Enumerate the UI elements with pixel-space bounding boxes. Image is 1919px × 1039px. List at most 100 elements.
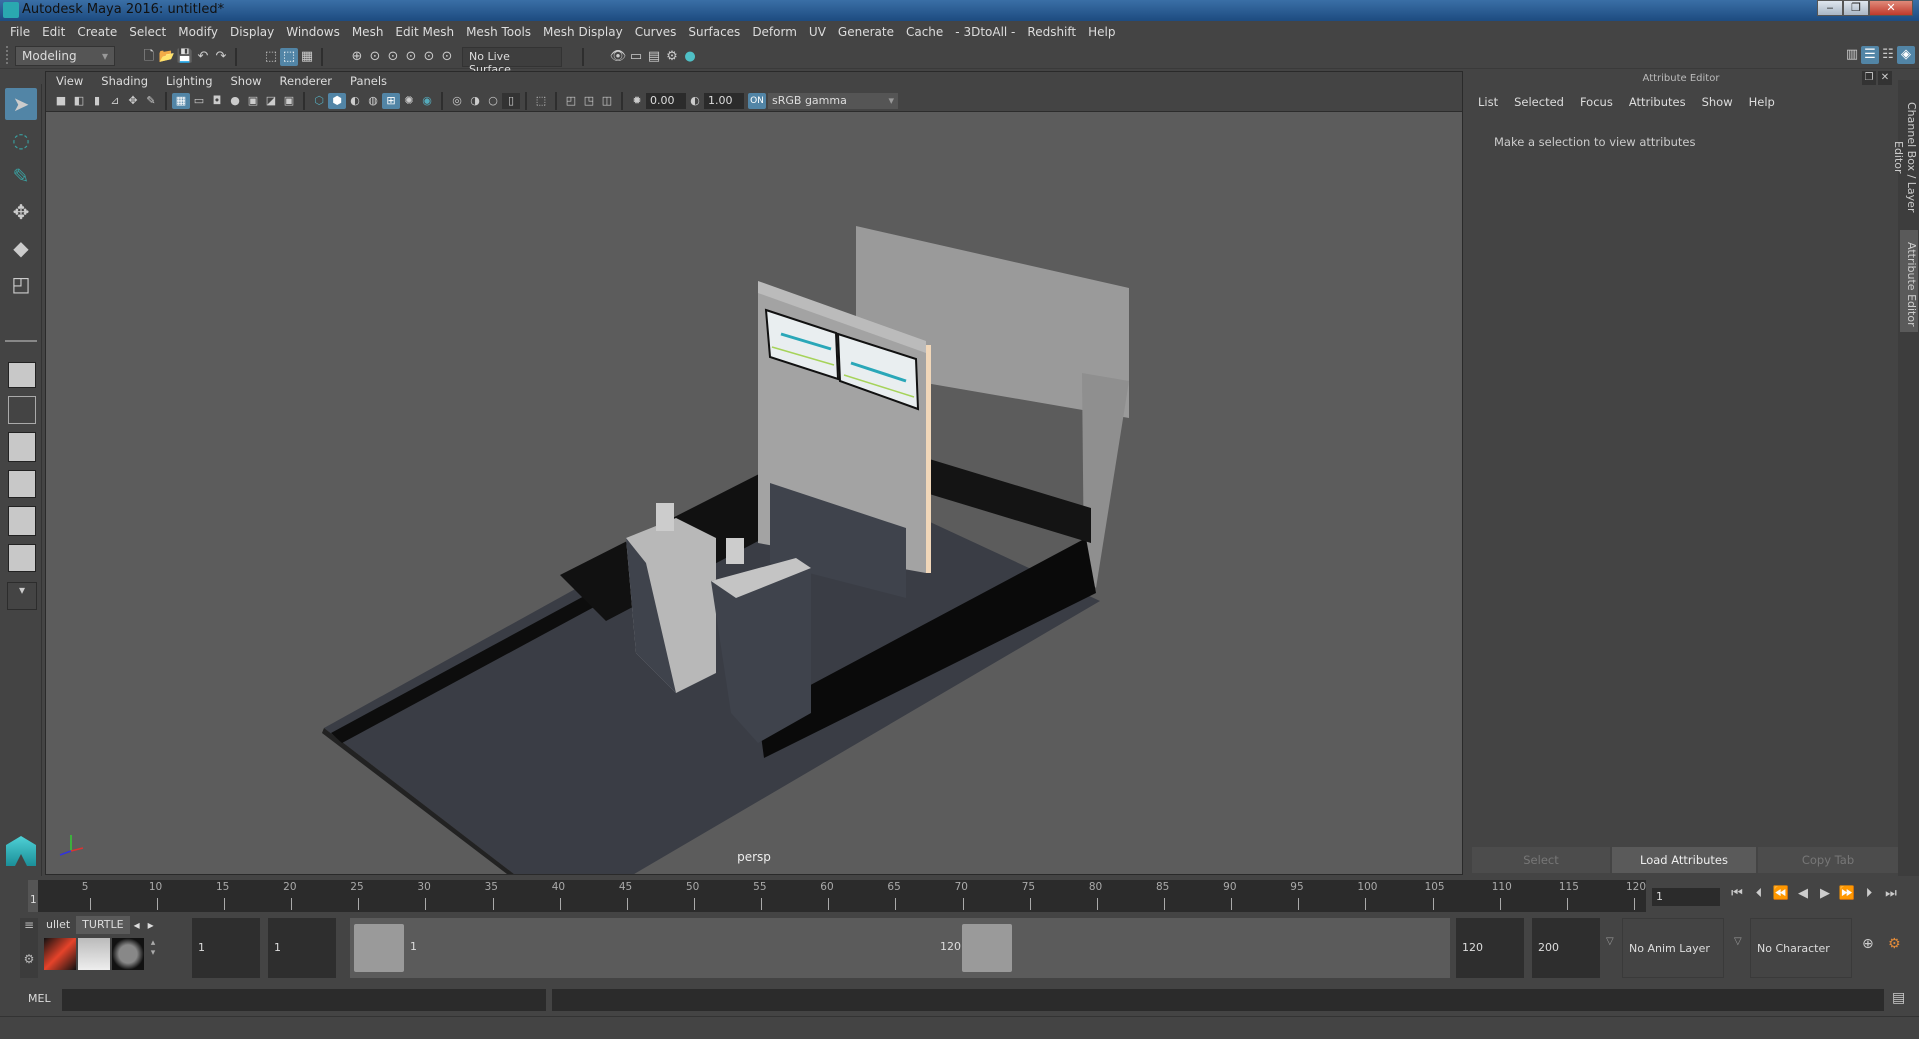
select-by-hierarchy-icon[interactable]: ⬚ (262, 48, 280, 66)
range-bar[interactable]: 1 120 (350, 918, 1450, 978)
image-plane-icon[interactable]: ⊿ (106, 93, 124, 109)
undo-icon[interactable]: ↶ (194, 48, 212, 66)
smooth-shade-icon[interactable]: ⬢ (328, 92, 346, 109)
bookmark-icon[interactable]: ▮ (88, 93, 106, 109)
step-back-key-icon[interactable]: ⏪ (1770, 886, 1792, 901)
ae-menu-show[interactable]: Show (1702, 95, 1733, 109)
ae-menu-help[interactable]: Help (1749, 95, 1775, 109)
tab-channel-box[interactable]: Channel Box / Layer Editor (1892, 80, 1918, 228)
textured-icon[interactable]: ◍ (364, 93, 382, 109)
anim-layer-dropdown[interactable]: No Anim Layer (1622, 918, 1724, 978)
menu-mesh-tools[interactable]: Mesh Tools (462, 25, 539, 39)
select-tool-icon[interactable]: ➤ (5, 88, 37, 120)
gamma-field[interactable]: 1.00 (704, 92, 744, 109)
select-by-component-icon[interactable]: ▦ (298, 48, 316, 66)
scale-tool-icon[interactable]: ◰ (5, 268, 37, 300)
multisample-aa-icon[interactable]: ◑ (466, 93, 484, 109)
grid-icon[interactable]: ▦ (172, 92, 190, 109)
time-ruler[interactable]: 1 5 10 15 20 25 30 35 40 45 50 55 60 65 70 75 80 85 90 95 10… (28, 880, 1646, 912)
shelf-item-primitives-icon[interactable] (78, 938, 110, 970)
shelf-item-sphere-icon[interactable] (112, 938, 144, 970)
playback-start-field[interactable]: 1 (268, 918, 336, 978)
four-view-layout-icon[interactable] (8, 396, 36, 424)
shelf-tab-turtle[interactable]: TURTLE (76, 916, 130, 934)
new-scene-icon[interactable]: 🗋 (140, 48, 158, 66)
persp-graph-outliner-layout-icon[interactable] (8, 544, 36, 572)
menu-3dtoall[interactable]: - 3DtoAll - (951, 25, 1023, 39)
panel-menu-renderer[interactable]: Renderer (270, 74, 341, 88)
menu-edit[interactable]: Edit (38, 25, 73, 39)
copy-tab-button[interactable]: Copy Tab (1758, 847, 1898, 873)
animation-end-field[interactable]: 200 (1532, 918, 1600, 978)
panel-menu-view[interactable]: View (46, 74, 91, 88)
tab-attribute-editor[interactable]: Attribute Editor (1900, 230, 1918, 332)
motion-blur-icon[interactable]: ◎ (448, 93, 466, 109)
view-transform-dropdown[interactable]: sRGB gamma ▾ (768, 92, 898, 109)
gamma-icon[interactable]: ◐ (686, 93, 704, 109)
color-management-toggle-icon[interactable]: ON (748, 92, 766, 109)
menu-surfaces[interactable]: Surfaces (684, 25, 748, 39)
move-tool-icon[interactable]: ✥ (5, 196, 37, 228)
use-all-lights-icon[interactable]: ⊞ (382, 92, 400, 109)
panel-menu-show[interactable]: Show (221, 74, 270, 88)
menu-deform[interactable]: Deform (748, 25, 805, 39)
snap-view-plane-icon[interactable]: ⊙ (402, 48, 420, 66)
2d-pan-zoom-icon[interactable]: ✥ (124, 93, 142, 109)
open-scene-icon[interactable]: 📂 (158, 48, 176, 66)
script-editor-icon[interactable]: ▤ (1892, 990, 1905, 1006)
menu-display[interactable]: Display (226, 25, 282, 39)
shelf-tab-bullet[interactable]: ullet (40, 916, 76, 934)
load-attributes-button[interactable]: Load Attributes (1612, 847, 1756, 873)
go-to-start-icon[interactable]: ⏮ (1726, 886, 1748, 901)
persp-outliner-layout-icon[interactable] (8, 432, 36, 462)
tool-settings-icon[interactable]: ☷ (1879, 46, 1897, 64)
hypershade-persp-layout-icon[interactable] (8, 506, 36, 536)
menu-set-dropdown[interactable]: Modeling ▾ (15, 46, 115, 66)
film-gate-icon[interactable]: ▭ (190, 93, 208, 109)
render-settings-icon[interactable]: ⚙ (663, 48, 681, 66)
shelf-menu-icon[interactable]: ≡ (20, 918, 38, 932)
menu-modify[interactable]: Modify (174, 25, 226, 39)
shelf-item-fire-icon[interactable] (44, 938, 76, 970)
panel-menu-shading[interactable]: Shading (91, 74, 156, 88)
menu-file[interactable]: File (6, 25, 38, 39)
menu-redshift[interactable]: Redshift (1023, 25, 1084, 39)
command-input[interactable] (62, 989, 546, 1011)
lasso-tool-icon[interactable]: ◌ (5, 124, 37, 156)
menu-generate[interactable]: Generate (834, 25, 902, 39)
isolate-select-icon[interactable]: ⬚ (532, 93, 550, 109)
xray-active-icon[interactable]: ◳ (580, 93, 598, 109)
shelf-scroll-icon[interactable]: ▴ ▾ (146, 938, 160, 970)
menu-help[interactable]: Help (1084, 25, 1123, 39)
menu-select[interactable]: Select (125, 25, 174, 39)
safe-title-icon[interactable]: ▣ (280, 93, 298, 109)
menu-edit-mesh[interactable]: Edit Mesh (391, 25, 462, 39)
shelf-scroll-right-icon[interactable]: ▸ (144, 916, 158, 934)
depth-of-field-icon[interactable]: ○ (484, 93, 502, 109)
field-chart-icon[interactable]: ▣ (244, 93, 262, 109)
menu-curves[interactable]: Curves (631, 25, 685, 39)
drag-handle[interactable] (6, 46, 10, 64)
menu-create[interactable]: Create (73, 25, 125, 39)
resolution-gate-icon[interactable]: ◘ (208, 93, 226, 109)
modeling-toolkit-icon[interactable]: ▥ (1843, 46, 1861, 64)
single-perspective-layout-icon[interactable] (8, 362, 36, 388)
snap-live-icon[interactable]: ⊙ (420, 48, 438, 66)
grease-pencil-icon[interactable]: ✎ (142, 93, 160, 109)
menu-mesh[interactable]: Mesh (348, 25, 392, 39)
custom-layout-dropdown[interactable]: ▾ (7, 582, 37, 610)
render-view-icon[interactable]: 👁 (609, 48, 627, 66)
close-button[interactable]: ✕ (1869, 0, 1913, 16)
restore-button[interactable]: ❐ (1843, 0, 1869, 16)
go-to-end-icon[interactable]: ⏭ (1880, 886, 1902, 901)
camera-select-icon[interactable]: ■ (52, 93, 70, 109)
exposure-field[interactable]: 0.00 (646, 92, 686, 109)
step-back-frame-icon[interactable]: ⏴ (1748, 886, 1770, 901)
menu-cache[interactable]: Cache (902, 25, 951, 39)
exposure-icon[interactable]: ✹ (628, 93, 646, 109)
ae-menu-attributes[interactable]: Attributes (1629, 95, 1686, 109)
ipr-render-icon[interactable]: ▤ (645, 48, 663, 66)
ae-menu-list[interactable]: List (1478, 95, 1498, 109)
animation-start-field[interactable]: 1 (192, 918, 260, 978)
animation-preferences-icon[interactable]: ⚙ (1888, 936, 1901, 952)
